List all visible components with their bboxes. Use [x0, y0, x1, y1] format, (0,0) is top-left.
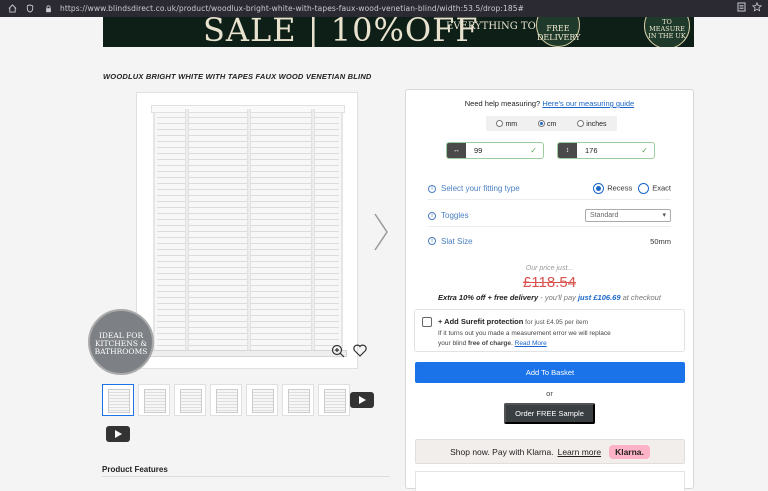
width-arrows-icon: ↔	[447, 143, 466, 158]
our-price-label: Our price just...	[525, 265, 574, 272]
klarna-logo: Klarna.	[609, 444, 650, 459]
thumbnail[interactable]	[102, 384, 134, 416]
radio-icon	[496, 119, 504, 127]
slat-size-row: i Slat Size 50mm	[428, 230, 671, 252]
radio-icon	[577, 119, 585, 127]
valid-check-icon: ✓	[641, 146, 648, 155]
next-image-chevron-icon[interactable]	[373, 212, 389, 252]
browser-toolbar: https://www.blindsdirect.co.uk/product/w…	[0, 0, 768, 17]
slat-size-value: 50mm	[650, 236, 671, 246]
reader-view-icon[interactable]	[737, 2, 746, 14]
thumbnail[interactable]	[210, 384, 242, 416]
slat-size-label: Slat Size	[441, 236, 473, 246]
drop-field[interactable]: ↕ 176 ✓	[557, 142, 655, 159]
thumbnail[interactable]	[246, 384, 278, 416]
video-thumbnail[interactable]	[102, 418, 134, 450]
order-sample-button[interactable]: Order FREE Sample	[504, 403, 595, 424]
unit-option-inches[interactable]: inches	[577, 119, 607, 128]
zoom-icon[interactable]	[331, 344, 345, 358]
fitting-option-exact[interactable]: Exact	[638, 183, 671, 194]
measuring-help-text: Need help measuring?	[464, 99, 541, 108]
measuring-guide-link[interactable]: Here's our measuring guide	[542, 99, 634, 108]
old-price: £118.54	[522, 274, 577, 291]
unit-selector: mm cm inches	[486, 116, 617, 131]
play-icon	[350, 392, 374, 408]
measuring-help: Need help measuring? Here's our measurin…	[406, 99, 693, 108]
shield-icon[interactable]	[24, 3, 36, 15]
product-main-image[interactable]	[136, 92, 358, 369]
wishlist-heart-icon[interactable]	[353, 344, 367, 358]
fitting-type-label: Select your fitting type	[441, 184, 520, 193]
width-input[interactable]: 99	[474, 146, 530, 155]
drop-arrows-icon: ↕	[558, 143, 577, 158]
address-bar[interactable]: https://www.blindsdirect.co.uk/product/w…	[60, 4, 524, 13]
configurator-panel: Need help measuring? Here's our measurin…	[405, 89, 694, 491]
product-title: WOODLUX BRIGHT WHITE WITH TAPES FAUX WOO…	[103, 72, 372, 81]
divider	[102, 476, 390, 477]
offer-text: Extra 10% off + free delivery - you'll p…	[438, 293, 661, 302]
promo-banner[interactable]: SALE | 10%OFF EVERYTHING TODAY FREE DELI…	[103, 17, 694, 47]
fitting-option-recess[interactable]: Recess	[593, 183, 632, 194]
toggles-label: Toggles	[441, 211, 469, 220]
klarna-learn-more-link[interactable]: Learn more	[558, 447, 601, 457]
unit-option-cm[interactable]: cm	[538, 119, 556, 128]
play-icon	[106, 426, 130, 442]
radio-icon	[593, 183, 605, 194]
kitchen-bathroom-badge: IDEAL FOR KITCHENS & BATHROOMS	[88, 309, 154, 375]
unit-option-mm[interactable]: mm	[496, 119, 517, 128]
video-thumbnail[interactable]	[346, 384, 378, 416]
surefit-price: for just £4.95 per item	[523, 319, 589, 326]
info-icon[interactable]: i	[428, 237, 436, 245]
surefit-checkbox[interactable]	[422, 317, 432, 327]
thumbnail[interactable]	[138, 384, 170, 416]
add-to-basket-button[interactable]: Add To Basket	[415, 362, 685, 383]
product-features-heading: Product Features	[102, 465, 168, 474]
toggles-row: i Toggles Standard	[428, 205, 671, 227]
next-section-box	[415, 471, 685, 491]
klarna-text: Shop now. Pay with Klarna.	[450, 446, 554, 457]
surefit-read-more-link[interactable]: Read More	[515, 340, 547, 347]
home-icon[interactable]	[6, 3, 18, 15]
lock-icon	[42, 3, 54, 15]
info-icon[interactable]: i	[428, 211, 436, 220]
banner-measure-badge: TO MEASURE IN THE UK	[644, 17, 690, 47]
bookmark-star-icon[interactable]	[751, 1, 763, 14]
toggles-select[interactable]: Standard	[585, 209, 671, 222]
surefit-title: + Add Surefit protection	[438, 317, 524, 326]
radio-icon	[638, 183, 650, 194]
radio-icon	[538, 119, 546, 127]
or-separator: or	[546, 389, 553, 398]
thumbnail[interactable]	[174, 384, 206, 416]
surefit-protection-box: + Add Surefit protection for just £4.95 …	[414, 309, 685, 352]
blind-illustration	[149, 105, 347, 357]
banner-sale-text: SALE | 10%OFF	[203, 17, 479, 47]
thumbnail[interactable]	[282, 384, 314, 416]
width-field[interactable]: ↔ 99 ✓	[446, 142, 544, 159]
drop-input[interactable]: 176	[585, 146, 641, 155]
banner-free-delivery-badge: FREE DELIVERY	[536, 17, 580, 47]
surefit-description: If it turns out you made a measurement e…	[438, 330, 611, 347]
klarna-banner: Shop now. Pay with Klarna. Learn more Kl…	[415, 439, 685, 464]
info-icon[interactable]: i	[428, 184, 436, 193]
valid-check-icon: ✓	[530, 146, 537, 155]
fitting-type-row: i Select your fitting type Recess Exact	[428, 178, 671, 200]
new-price: just £106.69	[577, 293, 621, 302]
